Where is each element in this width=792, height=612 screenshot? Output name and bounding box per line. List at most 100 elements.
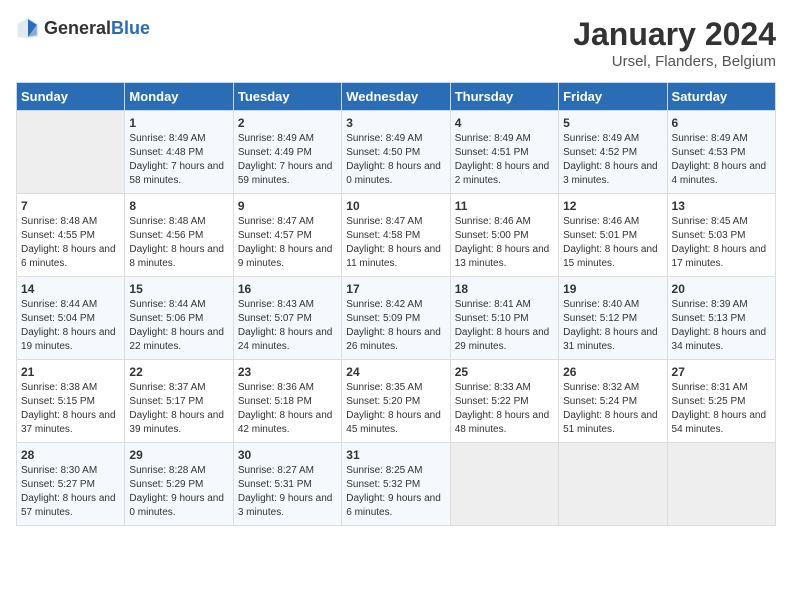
day-info: Sunrise: 8:25 AMSunset: 5:32 PMDaylight:… [346,464,445,520]
calendar-week-row: 7 Sunrise: 8:48 AMSunset: 4:55 PMDaylight… [17,194,776,277]
day-number: 3 [346,116,445,130]
day-info: Sunrise: 8:32 AMSunset: 5:24 PMDaylight:… [563,381,662,437]
day-of-week-header: Tuesday [233,83,341,111]
day-number: 21 [21,365,120,379]
calendar-cell: 12Sunrise: 8:46 AMSunset: 5:01 PMDayligh… [559,194,667,277]
day-number: 20 [672,282,771,296]
day-info: Sunrise: 8:41 AMSunset: 5:10 PMDaylight:… [455,298,554,354]
day-number: 5 [563,116,662,130]
title-block: January 2024 Ursel, Flanders, Belgium [573,16,776,70]
day-info: Sunrise: 8:44 AMSunset: 5:04 PMDaylight:… [21,298,120,354]
day-info: Sunrise: 8:39 AMSunset: 5:13 PMDaylight:… [672,298,771,354]
day-info: Sunrise: 8:31 AMSunset: 5:25 PMDaylight:… [672,381,771,437]
day-of-week-header: Saturday [667,83,775,111]
day-info: Sunrise: 8:49 AMSunset: 4:48 PMDaylight:… [129,132,228,188]
day-number: 17 [346,282,445,296]
day-number: 18 [455,282,554,296]
calendar-table: SundayMondayTuesdayWednesdayThursdayFrid… [16,82,776,526]
calendar-cell: 8Sunrise: 8:48 AMSunset: 4:56 PMDaylight… [125,194,233,277]
calendar-cell: 16 Sunrise: 8:43 AMSunset: 5:07 PMDayligh… [233,277,341,360]
logo-blue: Blue [111,18,150,38]
calendar-cell [667,443,775,526]
calendar-cell: 31 Sunrise: 8:25 AMSunset: 5:32 PMDayligh… [342,443,450,526]
day-number: 28 [21,448,120,462]
calendar-cell: 5Sunrise: 8:49 AMSunset: 4:52 PMDaylight… [559,111,667,194]
day-info: Sunrise: 8:47 AMSunset: 4:57 PMDaylight:… [238,215,337,271]
calendar-week-row: 1 Sunrise: 8:49 AMSunset: 4:48 PMDaylight… [17,111,776,194]
day-number: 6 [672,116,771,130]
day-number: 31 [346,448,445,462]
day-number: 27 [672,365,771,379]
logo-text: GeneralBlue [44,18,150,39]
calendar-cell: 6 Sunrise: 8:49 AMSunset: 4:53 PMDaylight… [667,111,775,194]
day-info: Sunrise: 8:37 AMSunset: 5:17 PMDaylight:… [129,381,228,437]
calendar-cell: 20 Sunrise: 8:39 AMSunset: 5:13 PMDayligh… [667,277,775,360]
day-info: Sunrise: 8:45 AMSunset: 5:03 PMDaylight:… [672,215,771,271]
day-number: 23 [238,365,337,379]
calendar-cell: 27 Sunrise: 8:31 AMSunset: 5:25 PMDayligh… [667,360,775,443]
day-number: 10 [346,199,445,213]
calendar-cell: 11Sunrise: 8:46 AMSunset: 5:00 PMDayligh… [450,194,558,277]
day-number: 19 [563,282,662,296]
day-number: 4 [455,116,554,130]
calendar-cell: 24 Sunrise: 8:35 AMSunset: 5:20 PMDayligh… [342,360,450,443]
calendar-cell: 23 Sunrise: 8:36 AMSunset: 5:18 PMDayligh… [233,360,341,443]
calendar-cell: 22 Sunrise: 8:37 AMSunset: 5:17 PMDayligh… [125,360,233,443]
day-info: Sunrise: 8:35 AMSunset: 5:20 PMDaylight:… [346,381,445,437]
calendar-header-row: SundayMondayTuesdayWednesdayThursdayFrid… [17,83,776,111]
calendar-cell: 18 Sunrise: 8:41 AMSunset: 5:10 PMDayligh… [450,277,558,360]
calendar-cell: 9Sunrise: 8:47 AMSunset: 4:57 PMDaylight… [233,194,341,277]
day-info: Sunrise: 8:49 AMSunset: 4:50 PMDaylight:… [346,132,445,188]
calendar-cell: 26Sunrise: 8:32 AMSunset: 5:24 PMDayligh… [559,360,667,443]
day-info: Sunrise: 8:46 AMSunset: 5:01 PMDaylight:… [563,215,662,271]
day-info: Sunrise: 8:36 AMSunset: 5:18 PMDaylight:… [238,381,337,437]
day-info: Sunrise: 8:27 AMSunset: 5:31 PMDaylight:… [238,464,337,520]
calendar-cell: 4 Sunrise: 8:49 AMSunset: 4:51 PMDaylight… [450,111,558,194]
day-info: Sunrise: 8:28 AMSunset: 5:29 PMDaylight:… [129,464,228,520]
day-info: Sunrise: 8:33 AMSunset: 5:22 PMDaylight:… [455,381,554,437]
day-of-week-header: Thursday [450,83,558,111]
calendar-cell: 30 Sunrise: 8:27 AMSunset: 5:31 PMDayligh… [233,443,341,526]
day-info: Sunrise: 8:48 AMSunset: 4:55 PMDaylight:… [21,215,120,271]
day-number: 8 [129,199,228,213]
day-number: 14 [21,282,120,296]
day-info: Sunrise: 8:30 AMSunset: 5:27 PMDaylight:… [21,464,120,520]
calendar-week-row: 14 Sunrise: 8:44 AMSunset: 5:04 PMDayligh… [17,277,776,360]
day-number: 25 [455,365,554,379]
day-of-week-header: Friday [559,83,667,111]
day-number: 13 [672,199,771,213]
day-number: 29 [129,448,228,462]
location-subtitle: Ursel, Flanders, Belgium [573,53,776,70]
page-header: GeneralBlue January 2024 Ursel, Flanders… [16,16,776,70]
calendar-cell [559,443,667,526]
day-info: Sunrise: 8:47 AMSunset: 4:58 PMDaylight:… [346,215,445,271]
calendar-cell: 15 Sunrise: 8:44 AMSunset: 5:06 PMDayligh… [125,277,233,360]
day-of-week-header: Sunday [17,83,125,111]
day-number: 16 [238,282,337,296]
calendar-week-row: 21Sunrise: 8:38 AMSunset: 5:15 PMDayligh… [17,360,776,443]
day-number: 22 [129,365,228,379]
day-info: Sunrise: 8:49 AMSunset: 4:49 PMDaylight:… [238,132,337,188]
day-number: 15 [129,282,228,296]
day-number: 1 [129,116,228,130]
calendar-cell: 28 Sunrise: 8:30 AMSunset: 5:27 PMDayligh… [17,443,125,526]
calendar-cell: 19 Sunrise: 8:40 AMSunset: 5:12 PMDayligh… [559,277,667,360]
logo-icon [16,16,40,40]
day-number: 24 [346,365,445,379]
month-year-title: January 2024 [573,16,776,53]
day-info: Sunrise: 8:42 AMSunset: 5:09 PMDaylight:… [346,298,445,354]
day-info: Sunrise: 8:43 AMSunset: 5:07 PMDaylight:… [238,298,337,354]
calendar-cell: 14 Sunrise: 8:44 AMSunset: 5:04 PMDayligh… [17,277,125,360]
calendar-week-row: 28 Sunrise: 8:30 AMSunset: 5:27 PMDayligh… [17,443,776,526]
day-of-week-header: Monday [125,83,233,111]
day-number: 2 [238,116,337,130]
day-info: Sunrise: 8:49 AMSunset: 4:53 PMDaylight:… [672,132,771,188]
day-number: 30 [238,448,337,462]
calendar-cell [450,443,558,526]
day-info: Sunrise: 8:40 AMSunset: 5:12 PMDaylight:… [563,298,662,354]
logo-general: General [44,18,111,38]
day-info: Sunrise: 8:44 AMSunset: 5:06 PMDaylight:… [129,298,228,354]
day-info: Sunrise: 8:49 AMSunset: 4:51 PMDaylight:… [455,132,554,188]
day-number: 7 [21,199,120,213]
logo: GeneralBlue [16,16,150,40]
